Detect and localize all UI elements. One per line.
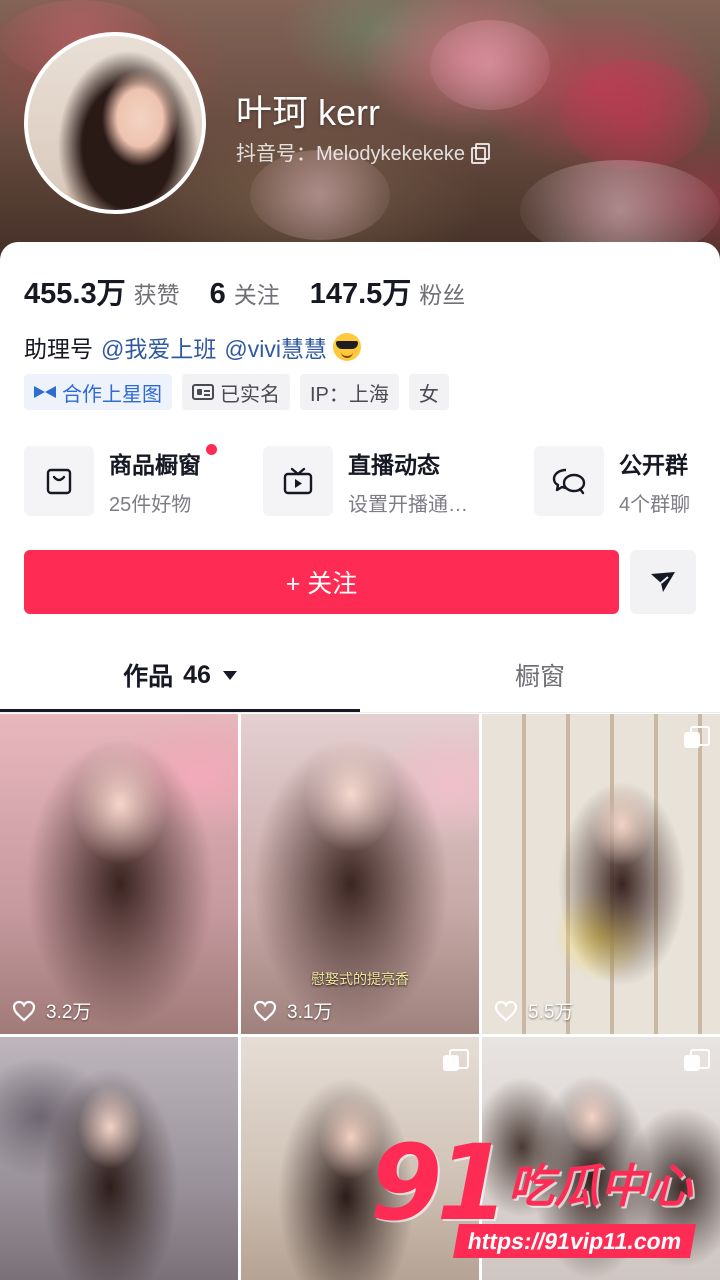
video-tile[interactable] xyxy=(0,1037,238,1280)
notification-dot xyxy=(206,443,217,455)
like-count: 5.5万 xyxy=(494,997,573,1024)
shortcut-subtitle: 设置开播通… xyxy=(348,493,468,516)
profile-name: 叶珂 kerr xyxy=(236,92,381,133)
stat-value: 455.3万 xyxy=(24,278,126,310)
bio-prefix: 助理号 xyxy=(24,336,93,362)
mention-link[interactable]: @我爱上班 xyxy=(101,330,216,364)
heart-icon xyxy=(12,1000,36,1021)
mention-link[interactable]: @vivi慧慧 xyxy=(224,330,327,364)
caret-down-icon xyxy=(222,670,237,680)
multi-image-icon xyxy=(443,1049,469,1073)
stat-followers[interactable]: 147.5万 粉丝 xyxy=(310,270,466,312)
profile-banner: 叶珂 kerr 抖音号：Melodykekekeke xyxy=(0,0,720,262)
shortcut-title: 商品橱窗 xyxy=(109,443,217,480)
content-tabs: 作品 46 橱窗 xyxy=(0,637,720,713)
stat-label: 粉丝 xyxy=(419,282,466,308)
paper-plane-icon xyxy=(651,572,675,592)
star-map-tag[interactable]: 合作上星图 xyxy=(24,374,172,410)
douyin-id[interactable]: 抖音号：Melodykekekeke xyxy=(236,137,490,166)
watermark-url: https://91vip11.com xyxy=(453,1224,697,1258)
profile-card: 455.3万 获赞 6 关注 147.5万 粉丝 助理号 @我爱上班 @vivi… xyxy=(0,242,720,1280)
profile-shortcuts: 商品橱窗 25件好物 直播动态 设置开播通… 公开群 4个群聊 xyxy=(24,443,720,517)
shortcut-group-chat[interactable]: 公开群 4个群聊 xyxy=(534,445,690,517)
stat-likes[interactable]: 455.3万 获赞 xyxy=(24,270,180,312)
avatar[interactable] xyxy=(24,32,206,214)
group-chat-icon xyxy=(534,446,604,516)
copy-icon[interactable] xyxy=(470,142,490,164)
shortcut-live[interactable]: 直播动态 设置开播通… xyxy=(263,445,468,517)
ip-tag: IP：上海 xyxy=(300,374,399,410)
tab-works[interactable]: 作品 46 xyxy=(0,637,360,713)
tab-label: 作品 xyxy=(123,663,174,691)
tag-label: 女 xyxy=(418,383,439,406)
tv-icon xyxy=(263,446,333,516)
multi-image-icon xyxy=(684,726,710,750)
shortcut-title: 直播动态 xyxy=(348,451,440,478)
profile-stats: 455.3万 获赞 6 关注 147.5万 粉丝 xyxy=(24,270,495,312)
tag-label: 合作上星图 xyxy=(62,383,162,406)
stat-value: 6 xyxy=(209,278,226,310)
multi-image-icon xyxy=(684,1049,710,1073)
site-watermark: 91 吃瓜中心 https://91vip11.com xyxy=(370,1122,710,1258)
send-message-button[interactable] xyxy=(630,550,696,614)
stat-label: 关注 xyxy=(233,282,280,308)
star-map-icon xyxy=(34,385,56,399)
stat-label: 获赞 xyxy=(133,282,180,308)
stat-following[interactable]: 6 关注 xyxy=(210,276,280,311)
tab-label: 橱窗 xyxy=(514,663,565,691)
tag-label: 已实名 xyxy=(220,383,280,406)
tab-indicator xyxy=(0,709,360,712)
watermark-text: 吃瓜中心 xyxy=(508,1160,692,1212)
shortcut-shop-window[interactable]: 商品橱窗 25件好物 xyxy=(24,443,217,517)
douyin-id-text: 抖音号：Melodykekekeke xyxy=(236,143,465,165)
follow-button[interactable]: + 关注 xyxy=(24,550,619,614)
video-tile[interactable]: 3.2万 xyxy=(0,714,238,1034)
verified-tag[interactable]: 已实名 xyxy=(182,374,290,410)
video-caption: 慰娶式的提亮香 xyxy=(311,971,409,987)
like-count: 3.1万 xyxy=(253,997,332,1024)
gender-tag: 女 xyxy=(408,374,449,410)
shopping-bag-icon xyxy=(24,446,94,516)
video-tile[interactable]: 慰娶式的提亮香 3.1万 xyxy=(241,714,479,1034)
bio: 助理号 @我爱上班 @vivi慧慧 xyxy=(24,330,361,364)
tag-label: IP：上海 xyxy=(310,383,389,406)
stat-value: 147.5万 xyxy=(309,278,412,310)
heart-icon xyxy=(494,1000,518,1021)
video-tile[interactable]: 5.5万 xyxy=(482,714,720,1034)
shortcut-subtitle: 4个群聊 xyxy=(619,493,691,516)
tab-shop-window[interactable]: 橱窗 xyxy=(360,637,720,713)
shortcut-subtitle: 25件好物 xyxy=(109,493,192,516)
id-card-icon xyxy=(192,384,214,400)
heart-icon xyxy=(253,1000,277,1021)
profile-tags: 合作上星图 已实名 IP：上海 女 xyxy=(24,374,449,410)
shortcut-title: 公开群 xyxy=(619,451,688,478)
like-count: 3.2万 xyxy=(12,997,91,1024)
sunglasses-emoji-icon xyxy=(332,333,361,361)
works-count: 46 xyxy=(183,660,211,689)
